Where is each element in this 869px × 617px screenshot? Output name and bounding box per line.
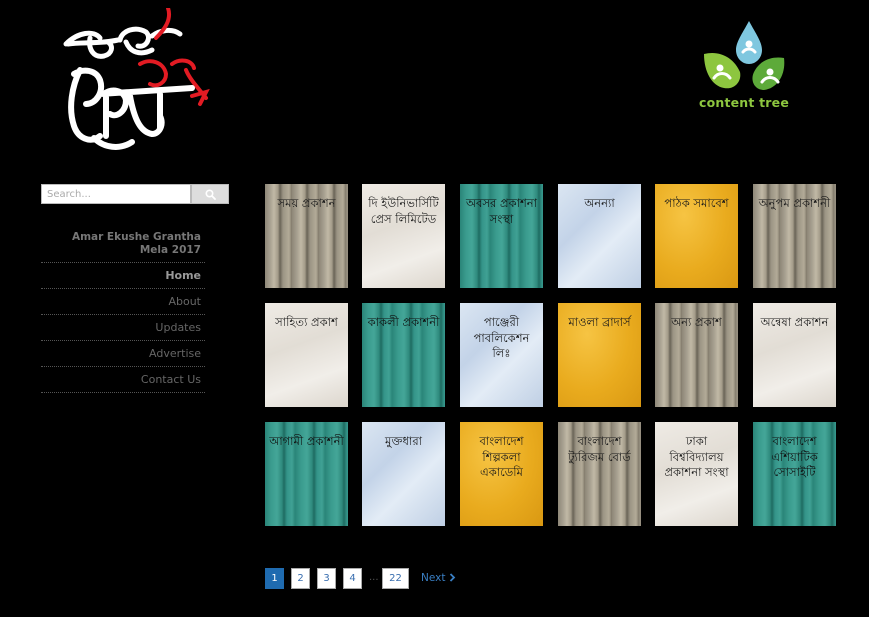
nav-item-contact-us[interactable]: Contact Us [41, 367, 205, 393]
next-label: Next [421, 572, 446, 584]
publisher-tile[interactable]: অনন্যা [558, 184, 641, 288]
publisher-tile[interactable]: অনুপম প্রকাশনী [753, 184, 836, 288]
search-icon [204, 188, 216, 200]
search-button[interactable] [191, 184, 229, 204]
page-4-button[interactable]: 4 [343, 568, 362, 589]
publisher-tile[interactable]: বাংলাদেশ শিল্পকলা একাডেমি [460, 422, 543, 526]
publisher-tile[interactable]: কাকলী প্রকাশনী [362, 303, 445, 407]
ekushe-boi-mela-logo[interactable] [60, 6, 210, 156]
pagination-ellipsis: ... [369, 572, 379, 583]
publisher-tile[interactable]: অন্বেষা প্রকাশন [753, 303, 836, 407]
content-tree-icon [704, 21, 785, 90]
publisher-tile[interactable]: সময় প্রকাশন [265, 184, 348, 288]
publisher-grid: সময় প্রকাশন দি ইউনিভার্সিটি প্রেস লিমিট… [265, 184, 837, 526]
page-last-button[interactable]: 22 [382, 568, 409, 589]
page-3-button[interactable]: 3 [317, 568, 336, 589]
publisher-tile[interactable]: সাহিত্য প্রকাশ [265, 303, 348, 407]
publisher-tile[interactable]: পাঞ্জেরী পাবলিকেশন লিঃ [460, 303, 543, 407]
next-page-button[interactable]: Next [421, 572, 456, 584]
search-bar [41, 184, 229, 204]
publisher-tile[interactable]: পাঠক সমাবেশ [655, 184, 738, 288]
nav-item-advertise[interactable]: Advertise [41, 341, 205, 367]
content-tree-logo[interactable]: content tree [696, 20, 792, 114]
search-input[interactable] [41, 184, 191, 204]
page-2-button[interactable]: 2 [291, 568, 310, 589]
publisher-tile[interactable]: মুক্তধারা [362, 422, 445, 526]
publisher-tile[interactable]: বাংলাদেশ এশিয়াটিক সোসাইটি [753, 422, 836, 526]
publisher-tile[interactable]: বাংলাদেশ ট্যুরিজম বোর্ড [558, 422, 641, 526]
nav-item-updates[interactable]: Updates [41, 315, 205, 341]
sidebar-nav: Amar Ekushe Grantha Mela 2017 Home About… [41, 228, 205, 393]
logo-graphic [63, 6, 210, 150]
page-1-button[interactable]: 1 [265, 568, 284, 589]
publisher-tile[interactable]: ঢাকা বিশ্ববিদ্যালয় প্রকাশনা সংস্থা [655, 422, 738, 526]
publisher-tile[interactable]: অন্য প্রকাশ [655, 303, 738, 407]
nav-item-about[interactable]: About [41, 289, 205, 315]
site-title[interactable]: Amar Ekushe Grantha Mela 2017 [41, 228, 205, 263]
publisher-tile[interactable]: মাওলা ব্রাদার্স [558, 303, 641, 407]
content-tree-wordmark: content tree [698, 95, 790, 110]
nav-item-home[interactable]: Home [41, 263, 205, 289]
publisher-tile[interactable]: অবসর প্রকাশনা সংস্থা [460, 184, 543, 288]
publisher-tile[interactable]: আগামী প্রকাশনী [265, 422, 348, 526]
publisher-tile[interactable]: দি ইউনিভার্সিটি প্রেস লিমিটেড [362, 184, 445, 288]
chevron-right-icon [449, 573, 456, 582]
